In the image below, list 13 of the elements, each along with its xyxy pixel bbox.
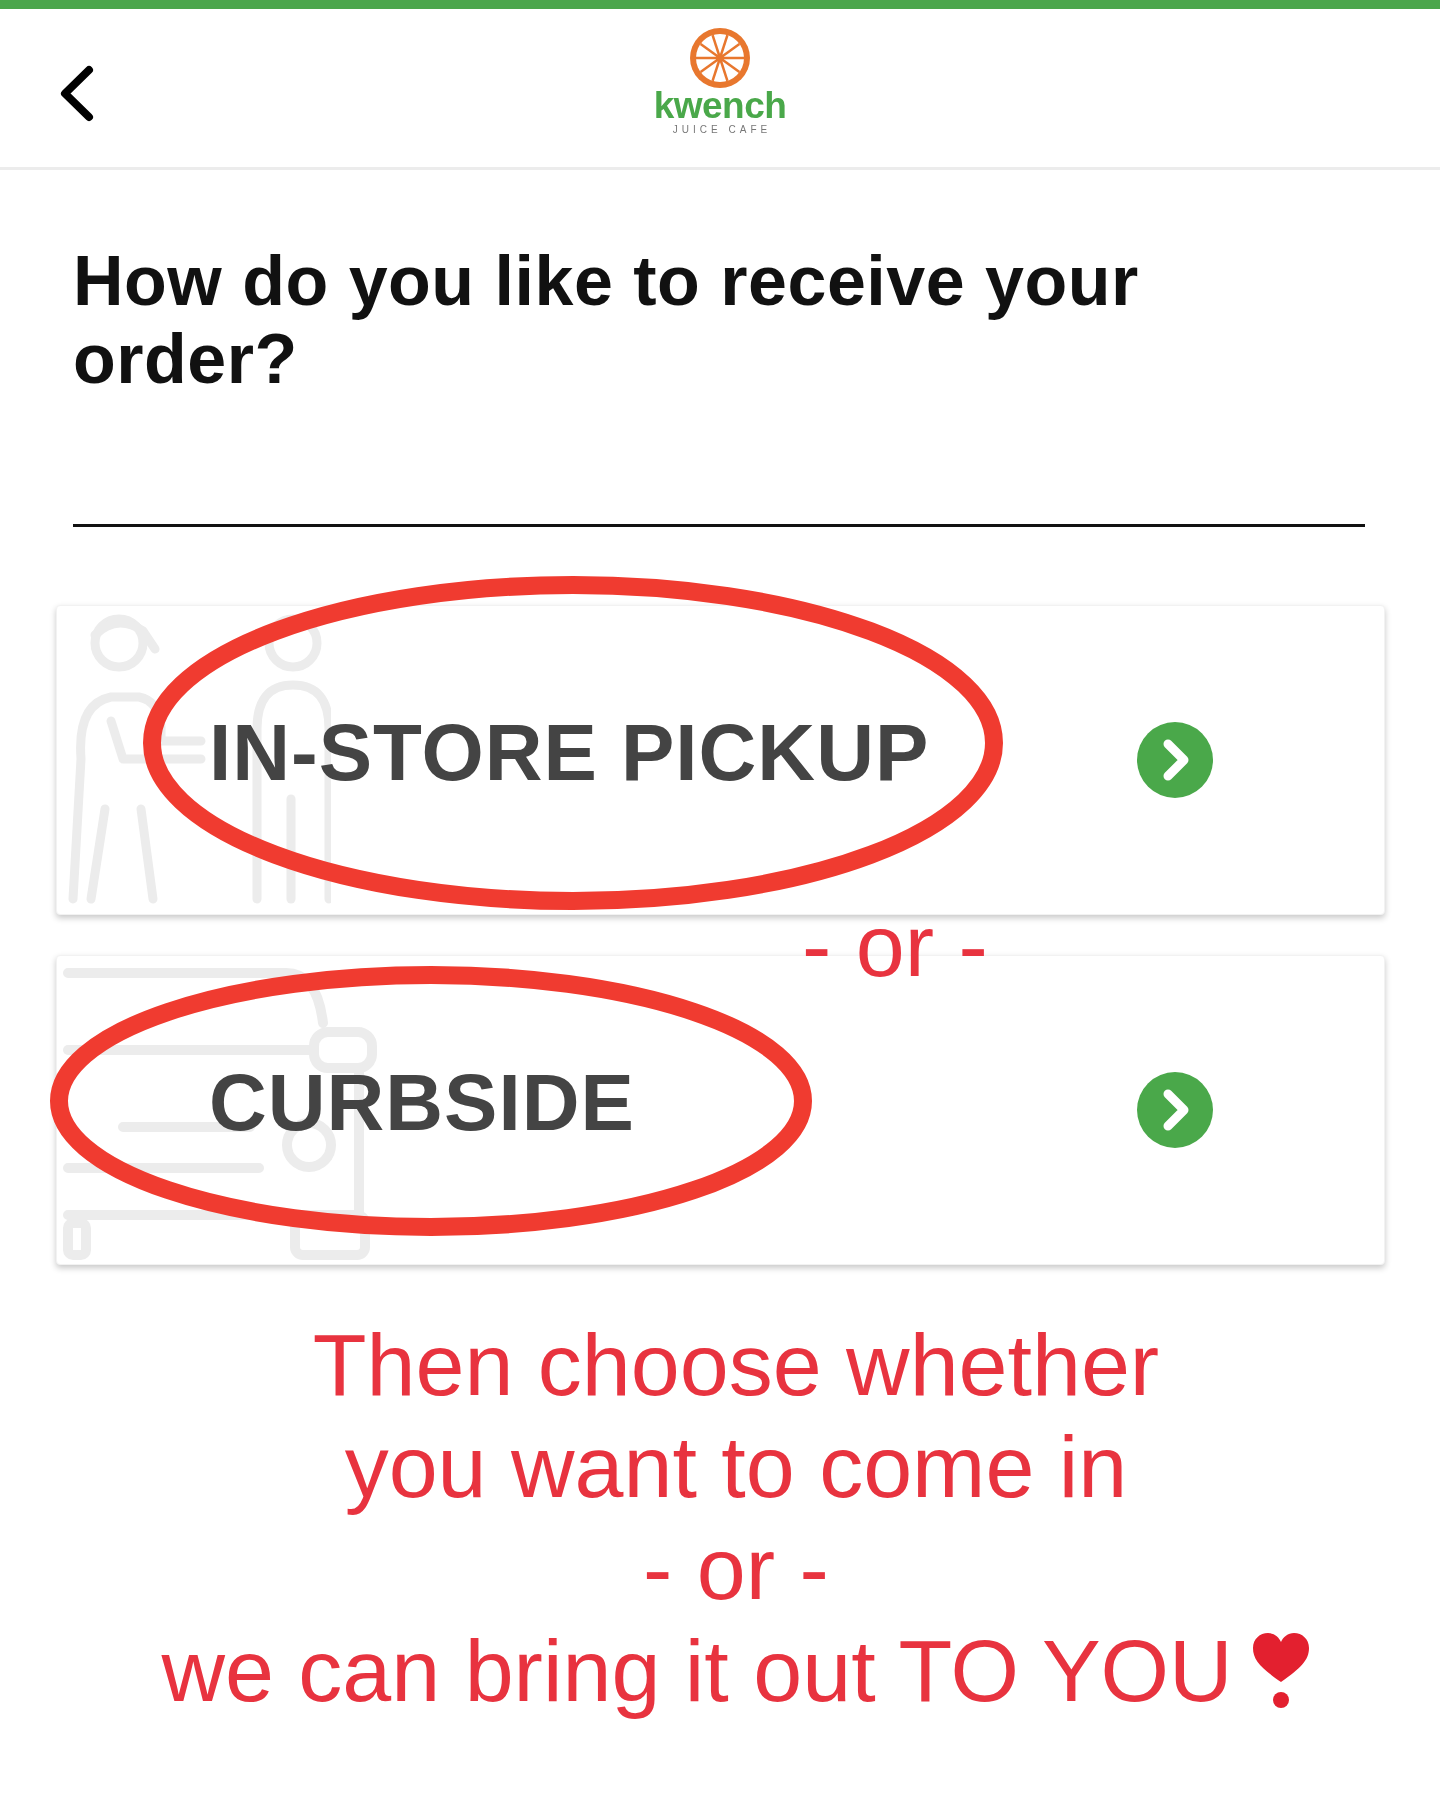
note-text: - or - xyxy=(643,1518,829,1620)
heart-exclamation-icon xyxy=(1250,1632,1311,1710)
logo-tagline: JUICE CAFE xyxy=(671,125,772,135)
chevron-right-icon xyxy=(1137,1072,1213,1148)
citrus-slice-icon xyxy=(690,28,750,88)
note-text: Then choose whether xyxy=(312,1314,1160,1416)
chevron-right-icon xyxy=(1137,722,1213,798)
logo-text: kwench xyxy=(653,87,787,124)
back-icon[interactable] xyxy=(58,65,95,122)
page-heading: How do you like to receive your order? xyxy=(73,242,1140,398)
note-text: we can bring it out TO YOU xyxy=(161,1620,1233,1722)
option-button[interactable]: IN-STORE PICKUP xyxy=(56,605,1385,915)
note-text: you want to come in xyxy=(344,1416,1128,1518)
